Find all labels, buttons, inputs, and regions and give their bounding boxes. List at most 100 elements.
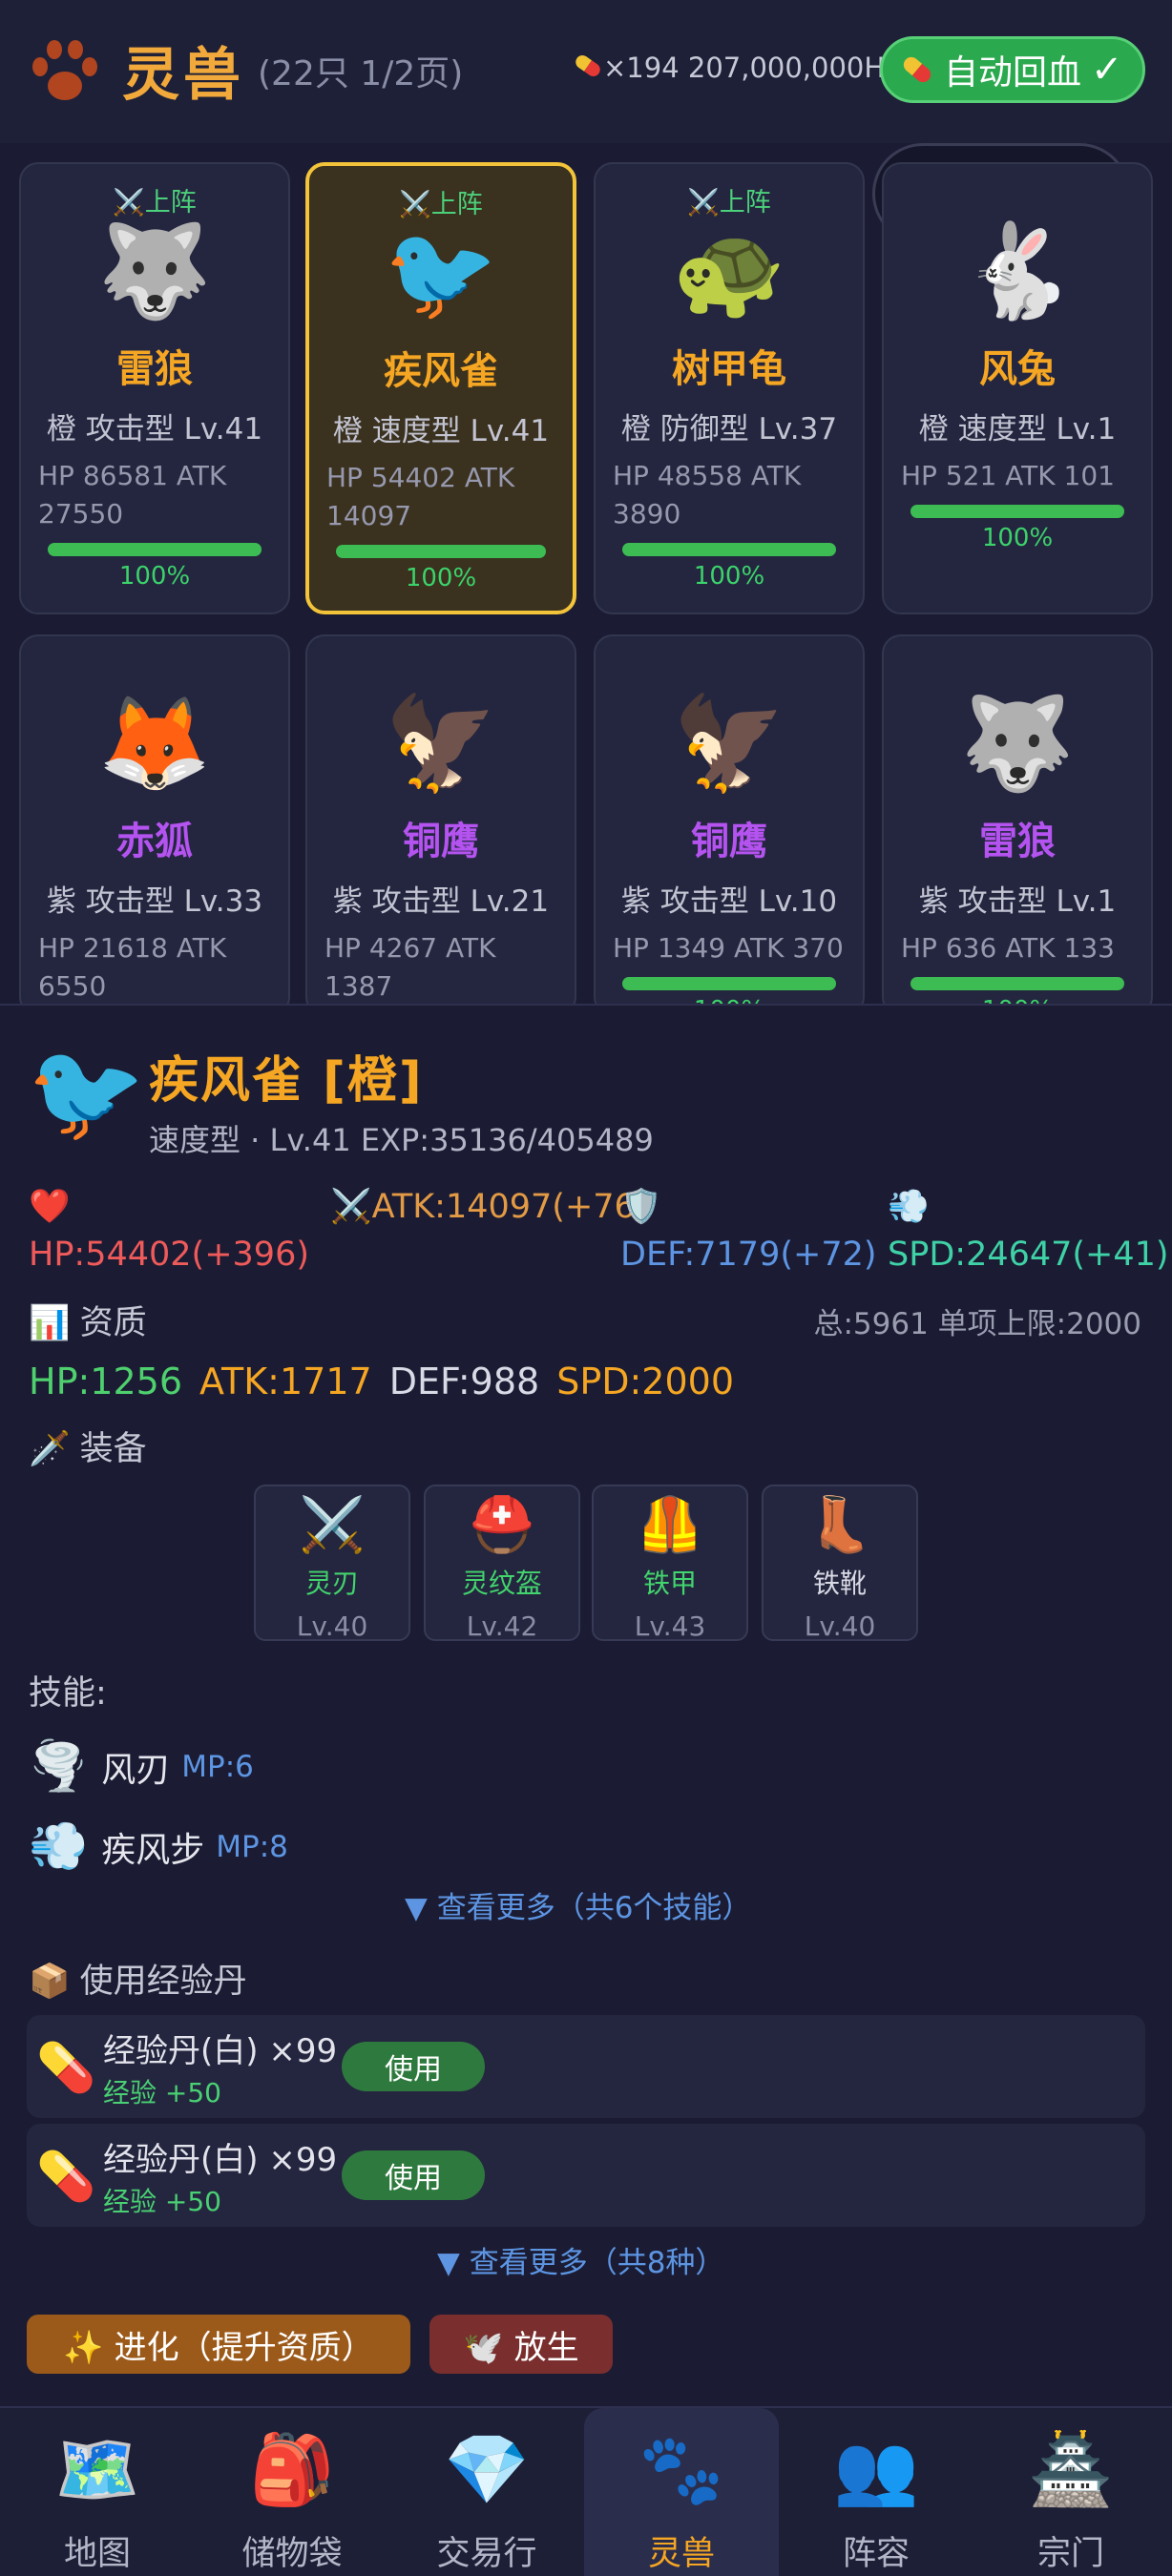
skill-icon: 💨: [29, 1818, 89, 1874]
pet-card[interactable]: 🦅铜鹰紫 攻击型 Lv.10HP 1349 ATK 370100%: [594, 634, 865, 1016]
equipment-name: 铁靴: [812, 1568, 867, 1599]
pet-card[interactable]: 🐺雷狼紫 攻击型 Lv.1HP 636 ATK 133100%: [882, 634, 1153, 1016]
pet-name: 雷狼: [979, 820, 1056, 863]
pet-detail-panel: 🐦 疾风雀 [橙] 速度型 · Lv.41 EXP:35136/405489 ❤…: [0, 1004, 1172, 2406]
pet-meta: 紫 攻击型 Lv.10: [620, 884, 838, 919]
tab-label: 储物袋: [241, 2535, 343, 2573]
tab-icon: 🎒: [249, 2429, 335, 2509]
stat-value: ⚔️ATK:14097(+76): [330, 1188, 649, 1226]
exp-pill-section-title: 📦 使用经验丹: [29, 1963, 247, 2001]
skill-name: 疾风步: [101, 1830, 205, 1870]
auto-heal-button[interactable]: 自动回血 ✓: [880, 36, 1145, 103]
hp-bar: [622, 543, 836, 556]
equipment-section-title: 🗡️ 装备: [29, 1430, 147, 1468]
equipment-icon: 👢: [806, 1494, 873, 1556]
pet-icon: 🦅: [672, 690, 786, 797]
tab-5[interactable]: 🏯 宗门: [973, 2408, 1168, 2576]
pet-meta: 紫 攻击型 Lv.1: [918, 884, 1117, 919]
skill-mp: MP:8: [216, 1829, 288, 1864]
auto-heal-label: 自动回血: [944, 53, 1082, 93]
equipment-level: Lv.42: [466, 1610, 538, 1642]
pet-meta: 紫 攻击型 Lv.21: [332, 884, 550, 919]
more-skills-link[interactable]: ▼ 查看更多（共6个技能）: [405, 1883, 751, 1926]
hp-reserve: ×194 207,000,000HP: [603, 52, 902, 84]
hp-percent: 100%: [405, 564, 477, 592]
stat-value: 🛡️DEF:7179(+72): [620, 1188, 877, 1274]
stat-icon: ⚔️: [330, 1188, 372, 1226]
tab-0[interactable]: 🗺️ 地图: [0, 2408, 195, 2576]
use-button[interactable]: 使用: [342, 2042, 485, 2091]
tab-2[interactable]: 💎 交易行: [389, 2408, 584, 2576]
quality-values: HP:1256 ATK:1717 DEF:988 SPD:2000: [29, 1361, 751, 1402]
pet-card[interactable]: ⚔️上阵 🐢 树甲龟橙 防御型 Lv.37 HP 48558 ATK 3890 100%: [594, 162, 865, 614]
pet-icon: 🐦: [384, 219, 498, 326]
pill-icon: [576, 54, 600, 77]
pet-icon: 🦊: [97, 690, 212, 797]
top-header: 灵兽 (22只 1/2页) ×194 207,000,000HP 自动回血 ✓: [0, 0, 1172, 143]
equipment-slot[interactable]: ⛑️ 灵纹盔 Lv.42: [424, 1485, 580, 1642]
tab-label: 地图: [63, 2535, 131, 2573]
pet-stats: HP 54402 ATK 14097: [326, 462, 515, 531]
selected-pet-avatar: 🐦: [27, 1036, 146, 1148]
pet-stats: HP 521 ATK 101: [901, 460, 1115, 491]
tab-4[interactable]: 👥 阵容: [779, 2408, 973, 2576]
item-name: 经验丹(白) ×99: [103, 2032, 338, 2070]
tab-1[interactable]: 🎒 储物袋: [195, 2408, 389, 2576]
pet-count: (22只 1/2页): [258, 54, 464, 93]
pet-icon: 🐺: [960, 690, 1075, 797]
paw-icon: [32, 40, 97, 100]
tab-icon: 💎: [444, 2429, 530, 2509]
page-title: 灵兽: [122, 42, 244, 109]
pet-name: 疾风雀: [384, 349, 498, 393]
hp-percent: 100%: [693, 562, 765, 591]
pet-stats: HP 636 ATK 133: [901, 932, 1115, 964]
pet-card[interactable]: 🐇 风兔橙 速度型 Lv.1 HP 521 ATK 101 100%: [882, 162, 1153, 614]
skill-name: 风刃: [101, 1750, 171, 1790]
item-exp: 经验 +50: [103, 2186, 221, 2217]
pet-name: 铜鹰: [691, 820, 767, 863]
tab-icon: 🐾: [638, 2429, 724, 2509]
deployed-tag: ⚔️上阵: [687, 188, 771, 218]
pet-card[interactable]: ⚔️上阵 🐺 雷狼橙 攻击型 Lv.41 HP 86581 ATK 27550 100%: [19, 162, 290, 614]
deployed-tag: [884, 181, 1151, 214]
release-button[interactable]: 🕊️ 放生: [429, 2315, 613, 2374]
pet-meta: 橙 速度型 Lv.1: [918, 412, 1117, 447]
deployed-tag: ⚔️上阵: [399, 190, 483, 219]
tab-label: 灵兽: [647, 2535, 715, 2573]
deployed-tag: [596, 654, 863, 686]
tab-3[interactable]: 🐾 灵兽: [584, 2408, 779, 2576]
pet-card[interactable]: 🦊 赤狐紫 攻击型 Lv.33 HP 21618 ATK 6550: [19, 634, 290, 1016]
pet-card[interactable]: ⚔️上阵 🐦 疾风雀橙 速度型 Lv.41 HP 54402 ATK 14097 100…: [305, 162, 576, 614]
skill-item[interactable]: 💨 疾风步 MP:8: [29, 1818, 288, 1875]
equipment-slot[interactable]: ⚔️ 灵刃 Lv.40: [254, 1485, 410, 1642]
equipment-slot[interactable]: 👢 铁靴 Lv.40: [762, 1485, 918, 1642]
hp-percent: 100%: [981, 524, 1054, 552]
item-name: 经验丹(白) ×99: [103, 2141, 338, 2179]
chart-icon: 📊: [29, 1304, 71, 1342]
quality-value: DEF:988: [388, 1361, 540, 1402]
tab-icon: 👥: [833, 2429, 919, 2509]
pet-stats: HP 4267 ATK 1387: [324, 932, 496, 1002]
pet-meta: 紫 攻击型 Lv.33: [46, 884, 263, 919]
stat-value: ❤️HP:54402(+396): [29, 1188, 309, 1274]
more-items-link[interactable]: ▼ 查看更多（共8种）: [437, 2238, 724, 2281]
equipment-slot[interactable]: 🦺 铁甲 Lv.43: [592, 1485, 748, 1642]
pet-stats: HP 21618 ATK 6550: [38, 932, 227, 1002]
skill-item[interactable]: 🌪️ 风刃 MP:6: [29, 1738, 254, 1795]
deployed-tag: [307, 654, 575, 686]
check-icon: ✓: [1091, 48, 1123, 92]
pet-icon: 🦅: [384, 690, 498, 797]
pet-card[interactable]: 🦅 铜鹰紫 攻击型 Lv.21 HP 4267 ATK 1387: [305, 634, 576, 1016]
hp-bar: [336, 545, 546, 558]
selected-pet-name: 疾风雀 [橙]: [149, 1052, 424, 1110]
pet-icon: 🐇: [960, 218, 1075, 324]
use-button[interactable]: 使用: [342, 2150, 485, 2200]
equipment-name: 灵刃: [304, 1568, 359, 1599]
equipment-level: Lv.40: [804, 1610, 876, 1642]
pet-name: 铜鹰: [403, 820, 479, 863]
pill-icon: [903, 56, 931, 83]
hp-bar: [48, 543, 262, 556]
deployed-tag: ⚔️上阵: [113, 188, 197, 218]
pill-icon: 💊: [36, 2149, 96, 2204]
evolve-button[interactable]: ✨ 进化（提升资质）: [27, 2315, 410, 2374]
